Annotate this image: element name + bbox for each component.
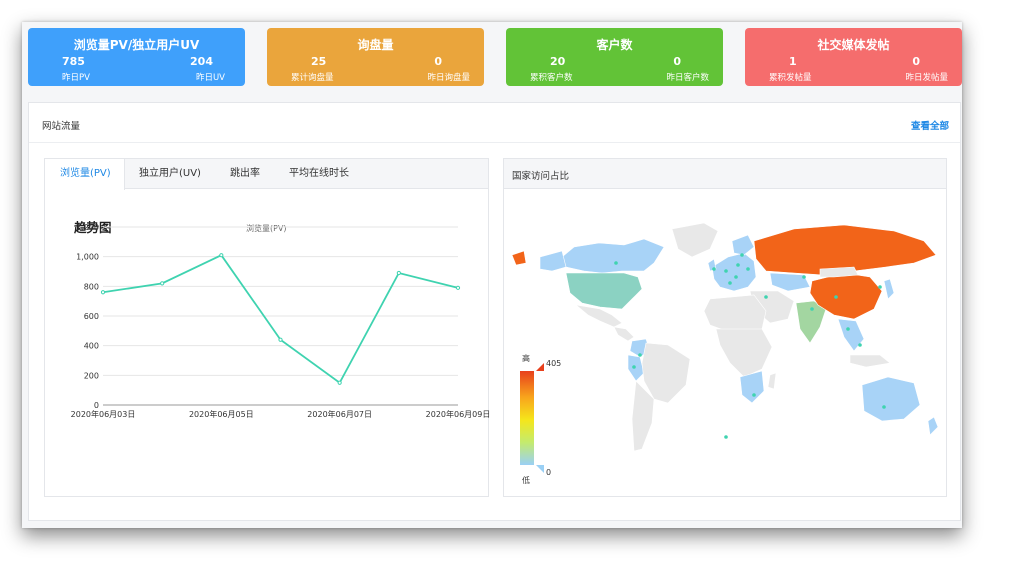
map-scatter-dot	[724, 435, 728, 439]
card-title: 浏览量PV/独立用户UV	[73, 38, 200, 52]
y-tick-label: 200	[84, 371, 99, 380]
x-tick-label: 2020年06月03日	[71, 409, 136, 419]
card-label-primary: 昨日PV	[62, 73, 90, 83]
map-scatter-dot	[728, 281, 732, 285]
data-point[interactable]	[337, 380, 342, 385]
card-label-primary: 累积发帖量	[769, 73, 812, 83]
data-point[interactable]	[219, 253, 224, 258]
visual-map-max-value: 405	[546, 359, 562, 368]
map-region-north-africa[interactable]	[703, 294, 767, 334]
card-label-secondary: 昨日UV	[195, 73, 225, 83]
card-title: 询盘量	[357, 38, 394, 52]
map-region-canada[interactable]	[561, 238, 665, 274]
series-line-pv[interactable]	[102, 254, 459, 385]
map-region-new-zealand[interactable]	[927, 416, 939, 436]
map-scatter-dot	[736, 263, 740, 267]
x-tick-label: 2020年06月07日	[307, 409, 372, 419]
y-tick-label: 1,200	[76, 223, 99, 232]
card-value-primary: 1	[789, 55, 797, 68]
visual-map-low-label: 低	[522, 476, 530, 485]
dashboard-window: 浏览量PV/独立用户UV 785 204 昨日PV 昨日UV 询盘量 25 0 …	[22, 22, 962, 528]
data-point[interactable]	[396, 270, 401, 276]
map-region-europe[interactable]	[711, 252, 757, 292]
map-scatter-dot	[632, 365, 636, 369]
card-value-primary: 20	[550, 55, 566, 68]
traffic-panel: 网站流量 查看全部 浏览量(PV) 独立用户(UV) 跳出率 平均在线时长 趋势…	[28, 102, 961, 521]
card-title: 社交媒体发帖	[817, 38, 890, 52]
map-scatter-dot	[752, 393, 756, 397]
card-label-secondary: 昨日客户数	[666, 73, 709, 83]
map-scatter-dot	[712, 267, 716, 271]
map-region-indonesia[interactable]	[849, 354, 891, 368]
visual-map-min-value: 0	[546, 468, 552, 477]
map-region-australia[interactable]	[861, 376, 921, 422]
card-label-primary: 累积客户数	[530, 73, 573, 83]
card-inquiries[interactable]: 询盘量 25 0 累计询盘量 昨日询盘量	[267, 28, 484, 86]
card-value-secondary: 0	[673, 55, 681, 68]
map-scatter-dot	[878, 285, 882, 289]
data-point[interactable]	[100, 290, 106, 295]
map-region-peru[interactable]	[627, 354, 645, 382]
map-scatter-dot	[802, 275, 806, 279]
visual-map-legend[interactable]	[520, 363, 544, 473]
card-label-secondary: 昨日询盘量	[427, 73, 470, 83]
card-label-secondary: 昨日发帖量	[905, 73, 948, 83]
map-scatter-dot	[724, 269, 728, 273]
map-scatter-dot	[834, 295, 838, 299]
map-region-south-africa[interactable]	[739, 370, 765, 404]
y-tick-label: 600	[84, 312, 99, 321]
map-scatter-dot	[882, 405, 886, 409]
map-region-alaska[interactable]	[539, 250, 567, 272]
country-map-box: 国家访问占比 高 405 0 低	[503, 158, 947, 497]
map-region-central-america[interactable]	[613, 326, 635, 342]
data-point[interactable]	[160, 281, 165, 286]
card-value-primary: 25	[311, 55, 327, 68]
card-label-primary: 累计询盘量	[291, 73, 334, 83]
map-scatter-dot	[810, 307, 814, 311]
x-tick-label: 2020年06月05日	[189, 409, 254, 419]
map-scatter-dot	[764, 295, 768, 299]
map-region-central-africa[interactable]	[715, 328, 773, 378]
map-region-west-edge[interactable]	[511, 250, 527, 266]
map-region-greenland[interactable]	[671, 222, 719, 258]
card-value-secondary: 204	[190, 55, 213, 68]
card-value-primary: 785	[62, 55, 85, 68]
panel-title: 网站流量	[42, 121, 81, 132]
y-tick-label: 400	[84, 342, 99, 351]
visual-map-bar[interactable]	[520, 371, 534, 465]
trend-chart-box: 浏览量(PV) 独立用户(UV) 跳出率 平均在线时长 趋势图 浏览量(PV) …	[44, 158, 490, 497]
map-region-mongolia[interactable]	[819, 266, 859, 278]
map-scatter-dot	[734, 275, 738, 279]
map-scatter-dot	[638, 353, 642, 357]
map-scatter-dot	[846, 327, 850, 331]
map-scatter-dot	[746, 267, 750, 271]
panel-header: 网站流量 查看全部	[29, 103, 960, 143]
y-tick-label: 800	[84, 282, 99, 291]
y-tick-label: 0	[94, 401, 99, 410]
map-region-usa[interactable]	[565, 272, 643, 310]
map-region-korea-japan[interactable]	[883, 278, 895, 300]
visual-map-top-handle[interactable]	[536, 363, 544, 371]
map-region-scandinavia[interactable]	[731, 234, 755, 256]
card-social-posts[interactable]: 社交媒体发帖 1 0 累积发帖量 昨日发帖量	[745, 28, 962, 86]
x-tick-label: 2020年06月09日	[426, 409, 490, 419]
map-scatter-dot	[858, 343, 862, 347]
data-point[interactable]	[455, 285, 461, 290]
map-scatter-dot	[614, 261, 618, 265]
card-value-secondary: 0	[434, 55, 442, 68]
world-map[interactable]	[504, 159, 948, 498]
data-point[interactable]	[278, 337, 283, 342]
map-scatter-dot	[740, 253, 744, 257]
visual-map-bottom-handle[interactable]	[536, 465, 544, 473]
y-tick-label: 1,000	[76, 253, 99, 262]
line-chart: 0 200 400 600 800 1,000 1,200 2020年06月03日 2020年0…	[71, 223, 490, 419]
map-region-madagascar[interactable]	[767, 372, 777, 390]
card-title: 客户数	[596, 38, 633, 52]
card-pv-uv[interactable]: 浏览量PV/独立用户UV 785 204 昨日PV 昨日UV	[28, 28, 245, 86]
visual-map-high-label: 高	[522, 354, 530, 363]
card-customers[interactable]: 客户数 20 0 累积客户数 昨日客户数	[506, 28, 723, 86]
view-all-link[interactable]: 查看全部	[911, 118, 949, 132]
card-value-secondary: 0	[912, 55, 920, 68]
